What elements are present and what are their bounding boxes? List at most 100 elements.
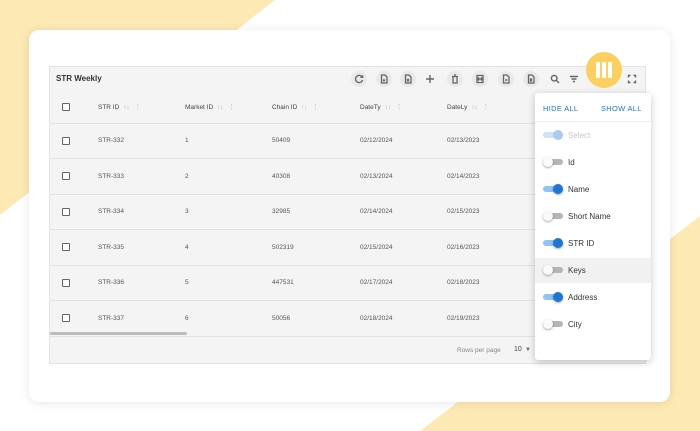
row-checkbox[interactable] <box>62 243 70 252</box>
column-toggle-keys[interactable]: Keys <box>535 258 651 283</box>
row-checkbox[interactable] <box>62 136 70 145</box>
columns-button[interactable] <box>586 52 622 88</box>
cell-datety: 02/15/2024 <box>360 229 447 266</box>
cell-market-id: 6 <box>185 300 272 337</box>
column-toggle-label: Select <box>568 131 591 140</box>
columns-menu-actions: HIDE ALL SHOW ALL <box>535 93 651 122</box>
refresh-button[interactable] <box>351 71 367 87</box>
select-all-checkbox[interactable] <box>62 103 70 112</box>
column-toggle-id[interactable]: Id <box>535 150 651 175</box>
toggle-switch[interactable] <box>543 265 563 275</box>
hide-all-button[interactable]: HIDE ALL <box>543 104 578 113</box>
columns-icon <box>596 62 600 78</box>
export-csv-button[interactable] <box>498 71 514 87</box>
fullscreen-button[interactable] <box>625 72 639 86</box>
row-select-cell <box>50 265 98 301</box>
cell-str-id: STR-336 <box>98 265 185 301</box>
cell-datety: 02/17/2024 <box>360 265 447 301</box>
column-toggle-label: City <box>568 320 582 329</box>
column-header-market-id[interactable]: Market ID ↑↓ ⋮ <box>185 92 272 124</box>
column-header-str-id[interactable]: STR ID ↑↓ ⋮ <box>98 92 185 124</box>
column-header-chain-id[interactable]: Chain ID ↑↓ ⋮ <box>272 92 360 124</box>
export-excel-button[interactable] <box>400 71 416 87</box>
toggle-switch[interactable] <box>543 238 563 248</box>
export-pdf-icon <box>380 74 388 84</box>
table-toolbar: STR Weekly <box>50 67 645 92</box>
sort-icon[interactable]: ↑↓ <box>471 105 477 111</box>
export-file-button[interactable] <box>523 71 539 87</box>
toggle-switch[interactable] <box>543 184 563 194</box>
column-menu-icon[interactable]: ⋮ <box>482 104 489 111</box>
cell-chain-id: 50409 <box>272 123 360 159</box>
sort-icon[interactable]: ↑↓ <box>385 105 391 111</box>
toggle-switch[interactable] <box>543 157 563 167</box>
row-checkbox[interactable] <box>62 207 70 216</box>
export-file-icon <box>527 74 535 84</box>
column-toggle-address[interactable]: Address <box>535 285 651 310</box>
column-toggle-short-name[interactable]: Short Name <box>535 204 651 229</box>
delete-button[interactable] <box>447 71 463 87</box>
fullscreen-icon <box>627 74 637 84</box>
cell-market-id: 4 <box>185 229 272 266</box>
sort-icon[interactable]: ↑↓ <box>123 105 129 111</box>
export-csv-icon <box>502 74 510 84</box>
add-icon <box>426 75 434 83</box>
cell-market-id: 1 <box>185 123 272 159</box>
cell-chain-id: 447531 <box>272 265 360 301</box>
column-menu-icon[interactable]: ⋮ <box>228 104 235 111</box>
cell-str-id: STR-337 <box>98 300 185 337</box>
search-icon <box>550 74 560 84</box>
row-select-cell <box>50 194 98 230</box>
column-toggle-select: Select <box>535 123 651 148</box>
column-header-label: DateLy <box>447 104 468 112</box>
row-select-cell <box>50 158 98 195</box>
column-header-label: Chain ID <box>272 104 298 112</box>
horizontal-scrollbar[interactable] <box>50 332 187 335</box>
toggle-switch <box>543 130 563 140</box>
column-header-datety[interactable]: DateTy ↑↓ ⋮ <box>360 92 447 124</box>
column-menu-icon[interactable]: ⋮ <box>134 104 141 111</box>
sort-icon[interactable]: ↑↓ <box>217 105 223 111</box>
cell-chain-id: 502319 <box>272 229 360 266</box>
rows-per-page-select[interactable]: 10 <box>514 346 522 353</box>
filter-button[interactable] <box>567 72 581 86</box>
search-button[interactable] <box>548 72 562 86</box>
column-menu-icon[interactable]: ⋮ <box>396 104 403 111</box>
show-hide-columns-menu: HIDE ALL SHOW ALL Select Id Name Short N… <box>535 93 651 360</box>
row-checkbox[interactable] <box>62 314 70 323</box>
column-toggle-label: Address <box>568 293 598 302</box>
cell-market-id: 2 <box>185 158 272 195</box>
row-checkbox[interactable] <box>62 278 70 287</box>
toggle-switch[interactable] <box>543 319 563 329</box>
cell-datety: 02/13/2024 <box>360 158 447 195</box>
row-select-cell <box>50 229 98 266</box>
column-toggle-label: Short Name <box>568 212 611 221</box>
column-toggle-city[interactable]: City <box>535 312 651 337</box>
column-toggle-str-id[interactable]: STR ID <box>535 231 651 256</box>
delete-icon <box>452 74 458 84</box>
column-toggle-label: Id <box>568 158 575 167</box>
columns-icon <box>608 62 612 78</box>
show-all-button[interactable]: SHOW ALL <box>601 104 642 113</box>
sort-icon[interactable]: ↑↓ <box>301 105 307 111</box>
cell-market-id: 3 <box>185 194 272 230</box>
column-menu-icon[interactable]: ⋮ <box>312 104 319 111</box>
export-pdf-button[interactable] <box>376 71 392 87</box>
toggle-switch[interactable] <box>543 211 563 221</box>
row-checkbox[interactable] <box>62 172 70 181</box>
cell-str-id: STR-334 <box>98 194 185 230</box>
fit-columns-button[interactable] <box>472 71 488 87</box>
column-header-label: Market ID <box>185 104 214 112</box>
cell-str-id: STR-332 <box>98 123 185 159</box>
cell-str-id: STR-335 <box>98 229 185 266</box>
add-row-button[interactable] <box>423 72 437 86</box>
column-header-label: STR ID <box>98 104 120 112</box>
cell-datety: 02/18/2024 <box>360 300 447 337</box>
chevron-down-icon[interactable]: ▼ <box>525 347 531 353</box>
cell-datety: 02/12/2024 <box>360 123 447 159</box>
column-toggle-name[interactable]: Name <box>535 177 651 202</box>
row-select-cell <box>50 300 98 337</box>
refresh-icon <box>354 74 364 84</box>
toggle-switch[interactable] <box>543 292 563 302</box>
row-select-cell <box>50 123 98 159</box>
